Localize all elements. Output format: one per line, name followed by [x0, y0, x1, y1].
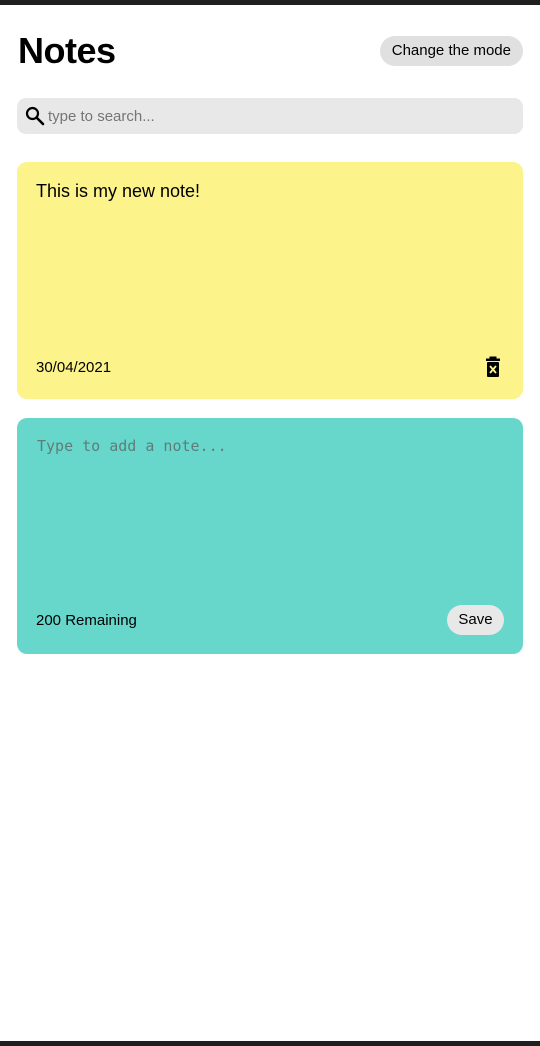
search-bar: [17, 98, 523, 134]
page-title: Notes: [18, 30, 116, 71]
trash-icon[interactable]: [485, 356, 501, 378]
navigation-bar-strip: [0, 1041, 540, 1046]
save-button[interactable]: Save: [447, 605, 504, 635]
search-input[interactable]: [48, 98, 508, 134]
note-text: This is my new note!: [36, 181, 201, 201]
change-mode-button[interactable]: Change the mode: [379, 36, 523, 66]
header: Notes Change the mode: [17, 28, 523, 74]
add-note-card: 200 Remaining Save: [17, 418, 523, 654]
search-icon: [25, 106, 45, 126]
add-note-input[interactable]: [37, 437, 503, 587]
note-date: 30/04/2021: [36, 359, 112, 376]
characters-remaining: 200 Remaining: [36, 612, 137, 629]
status-bar-strip: [0, 0, 540, 5]
note-card: This is my new note! 30/04/2021: [17, 162, 523, 399]
